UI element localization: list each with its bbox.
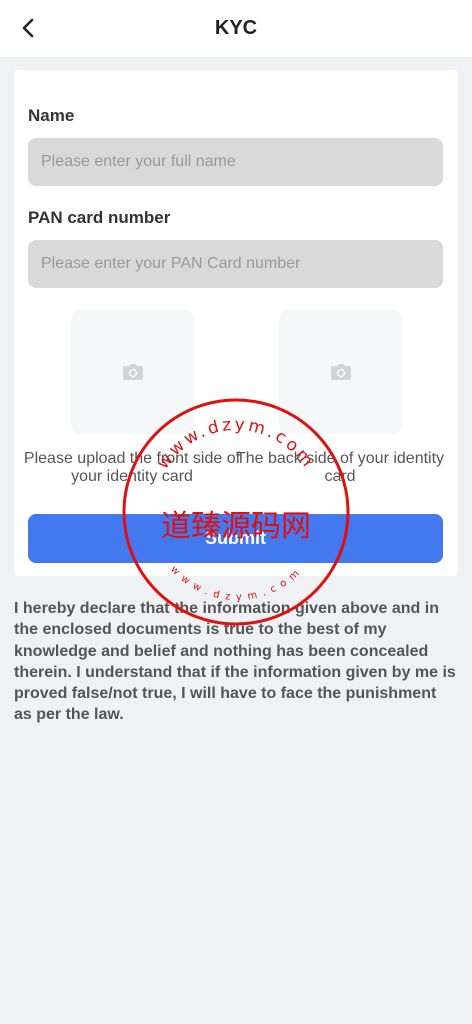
name-label: Name [28,106,75,125]
top-bar: KYC [0,0,472,57]
upload-front-button[interactable] [71,310,194,434]
declaration-text: I hereby declare that the information gi… [14,600,456,724]
pan-label: PAN card number [28,208,171,227]
submit-button[interactable]: Submit [28,514,443,563]
name-input[interactable] [28,138,443,186]
upload-back-caption: The back side of your identity card [235,450,445,485]
upload-back-button[interactable] [279,310,402,434]
pan-input[interactable] [28,240,443,288]
camera-icon [330,364,351,380]
kyc-form-card: Name PAN card number Please upload the f… [14,70,458,576]
camera-icon [122,364,143,380]
page-title: KYC [214,17,258,39]
upload-front-caption: Please upload the front side of your ide… [23,450,241,485]
